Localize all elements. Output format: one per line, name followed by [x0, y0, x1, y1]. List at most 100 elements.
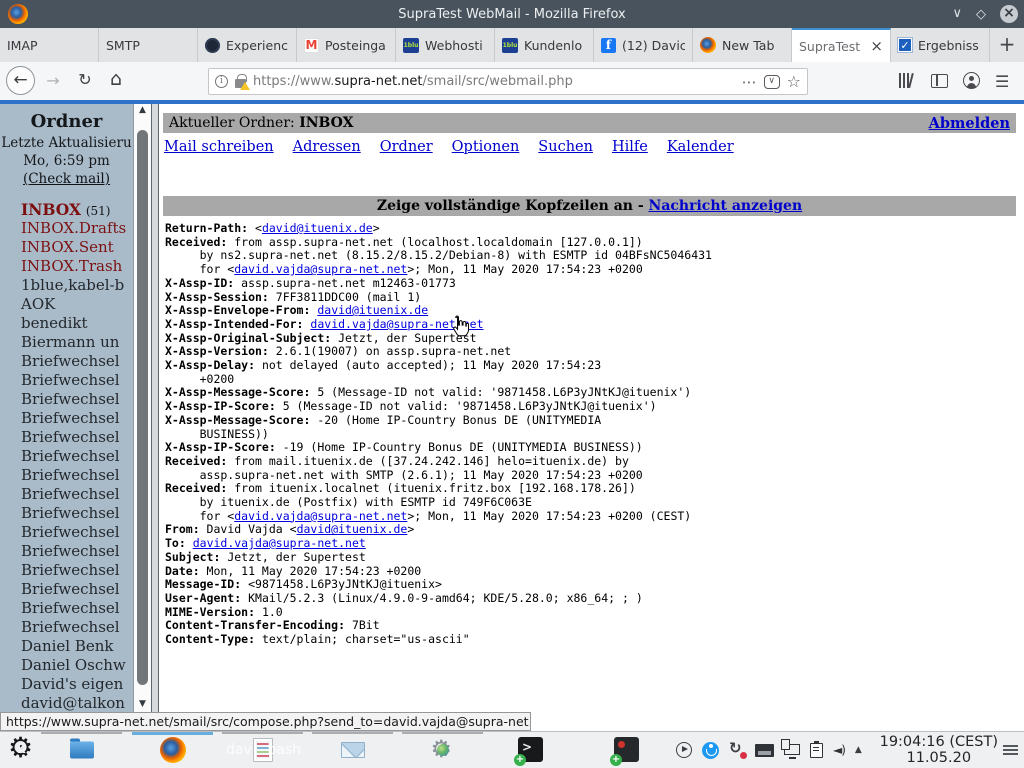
nav-link-kalender[interactable]: Kalender [667, 139, 734, 155]
tab--12-davic[interactable]: f(12) Davic [594, 28, 693, 62]
nav-link-adressen[interactable]: Adressen [293, 139, 361, 155]
email-address-link[interactable]: david@ituenix.de [317, 303, 428, 317]
updates-icon[interactable] [729, 742, 745, 758]
task-settings[interactable]: ⚙ [398, 732, 487, 768]
tab-new-tab[interactable]: New Tab [693, 28, 792, 62]
email-address-link[interactable]: david@ituenix.de [297, 522, 408, 536]
panel-settings-icon[interactable] [1003, 745, 1018, 755]
scroll-down-arrow-icon[interactable]: ▼ [134, 699, 151, 709]
tab-webhosti[interactable]: 1bluWebhosti [396, 28, 495, 62]
email-address-link[interactable]: david@ituenix.de [262, 221, 373, 235]
url-bar[interactable]: i https://www.supra-net.net/smail/src/we… [208, 68, 808, 95]
sidebar-toggle-icon[interactable] [931, 74, 948, 88]
digital-clock[interactable]: 19:04:16 (CEST) 11.05.20 [880, 734, 998, 766]
nav-link-optionen[interactable]: Optionen [452, 139, 520, 155]
application-launcher-button[interactable]: ⚙ K [8, 736, 36, 764]
sidebar-scrollbar[interactable]: ▲ ▼ [133, 104, 151, 731]
tab-ergebniss[interactable]: ✓Ergebniss [891, 28, 990, 62]
folder-link[interactable]: Briefwechsel [21, 390, 120, 408]
folder-link[interactable]: Briefwechsel [21, 371, 120, 389]
tab-smtp[interactable]: SMTP [99, 28, 198, 62]
folder-link[interactable]: 1blue,kabel-b [21, 276, 124, 294]
folder-link[interactable]: Briefwechsel [21, 561, 120, 579]
library-icon[interactable] [898, 73, 914, 89]
tab-close-icon[interactable]: × [868, 37, 883, 55]
folder-link[interactable]: AOK [21, 295, 55, 313]
url-text[interactable]: https://www.supra-net.net/smail/src/webm… [253, 74, 735, 89]
tab-supratest[interactable]: SupraTest× [792, 28, 891, 62]
folder-link[interactable]: benedikt [21, 314, 88, 332]
folder-link[interactable]: Briefwechsel [21, 599, 120, 617]
accessibility-icon[interactable] [702, 742, 719, 759]
volume-icon[interactable]: ◄) [833, 743, 845, 757]
folder-link[interactable]: INBOX.Drafts [21, 219, 126, 237]
nav-link-hilfe[interactable]: Hilfe [612, 139, 648, 155]
task-editor[interactable]: davi bash [218, 732, 307, 768]
folder-link[interactable]: Briefwechsel [21, 485, 120, 503]
nav-link-suchen[interactable]: Suchen [538, 139, 593, 155]
new-tab-button[interactable]: + [990, 28, 1024, 62]
page-actions-icon[interactable]: ⋯ [742, 73, 757, 91]
folder-link[interactable]: David's eigen [21, 675, 123, 693]
email-address-link[interactable]: david.vajda@supra-net.net [234, 262, 407, 276]
view-message-link[interactable]: Nachricht anzeigen [649, 198, 803, 214]
kate-launcher-icon[interactable]: + [614, 737, 639, 762]
window-titlebar[interactable]: SupraTest WebMail - Mozilla Firefox ∨ ◇ … [0, 0, 1024, 28]
reload-button[interactable]: ↻ [74, 70, 96, 89]
tab-kundenlo[interactable]: 1bluKundenlo [495, 28, 594, 62]
pocket-icon[interactable]: ∨ [764, 75, 780, 89]
clipboard-icon[interactable] [810, 743, 823, 758]
folder-link[interactable]: INBOX.Sent [21, 238, 114, 256]
folder-item: Briefwechsel [0, 542, 133, 561]
folder-link[interactable]: Briefwechsel [21, 523, 120, 541]
folder-link[interactable]: Briefwechsel [21, 352, 120, 370]
tab-imap[interactable]: IMAP [0, 28, 99, 62]
maximize-button[interactable]: ◇ [976, 7, 986, 22]
page-info-icon[interactable]: i [215, 75, 228, 88]
tab-experienc[interactable]: Experienc [198, 28, 297, 62]
folder-link[interactable]: INBOX.Trash [21, 257, 122, 275]
scroll-up-arrow-icon[interactable]: ▲ [134, 105, 151, 115]
folder-link[interactable]: Briefwechsel [21, 618, 120, 636]
media-player-icon[interactable] [676, 742, 692, 758]
display-icon[interactable] [755, 744, 774, 757]
folder-link[interactable]: Briefwechsel [21, 447, 120, 465]
folder-link[interactable]: Daniel Oschw [21, 656, 126, 674]
folder-link[interactable]: Briefwechsel [21, 542, 120, 560]
folder-link[interactable]: Biermann un [21, 333, 119, 351]
folder-link[interactable]: Briefwechsel [21, 580, 120, 598]
task-firefox[interactable] [128, 732, 217, 768]
konsole-launcher-icon[interactable]: >+ [518, 737, 543, 762]
folder-link[interactable]: Daniel Benk [21, 637, 114, 655]
folder-item: INBOX (51) [0, 200, 133, 219]
tab-posteinga[interactable]: MPosteinga [297, 28, 396, 62]
folder-link[interactable]: Briefwechsel [21, 466, 120, 484]
bookmark-star-icon[interactable]: ☆ [787, 75, 801, 89]
frameset-divider[interactable] [151, 104, 159, 731]
forward-button[interactable]: → [42, 71, 64, 90]
scrollbar-thumb[interactable] [137, 130, 148, 685]
header-key: X-Assp-Message-Score: [165, 385, 310, 399]
back-button[interactable]: ← [6, 66, 35, 95]
logout-link[interactable]: Abmelden [929, 115, 1010, 132]
folder-link[interactable]: INBOX [21, 200, 81, 219]
folder-link[interactable]: Briefwechsel [21, 428, 120, 446]
check-mail-link[interactable]: (Check mail) [0, 171, 133, 187]
home-button[interactable]: ⌂ [104, 68, 128, 90]
email-address-link[interactable]: david.vajda@supra-net.net [234, 509, 407, 523]
nav-link-mail-schreiben[interactable]: Mail schreiben [164, 139, 274, 155]
email-address-link[interactable]: david.vajda@supra-net.net [193, 536, 366, 550]
folder-link[interactable]: Briefwechsel [21, 504, 120, 522]
nav-link-ordner[interactable]: Ordner [380, 139, 433, 155]
network-icon[interactable] [784, 744, 800, 755]
folder-link[interactable]: Briefwechsel [21, 409, 120, 427]
expand-arrow-icon[interactable]: ▲ [855, 745, 862, 755]
account-icon[interactable] [963, 72, 980, 89]
insecure-lock-warning-icon[interactable] [235, 79, 246, 88]
close-button[interactable]: × [1000, 5, 1018, 23]
folder-link[interactable]: david@talkon [21, 694, 125, 712]
minimize-button[interactable]: ∨ [952, 0, 962, 28]
task-file-manager[interactable] [37, 732, 126, 768]
task-kmail[interactable] [308, 732, 397, 768]
hamburger-menu-icon[interactable]: ☰ [995, 72, 1009, 91]
